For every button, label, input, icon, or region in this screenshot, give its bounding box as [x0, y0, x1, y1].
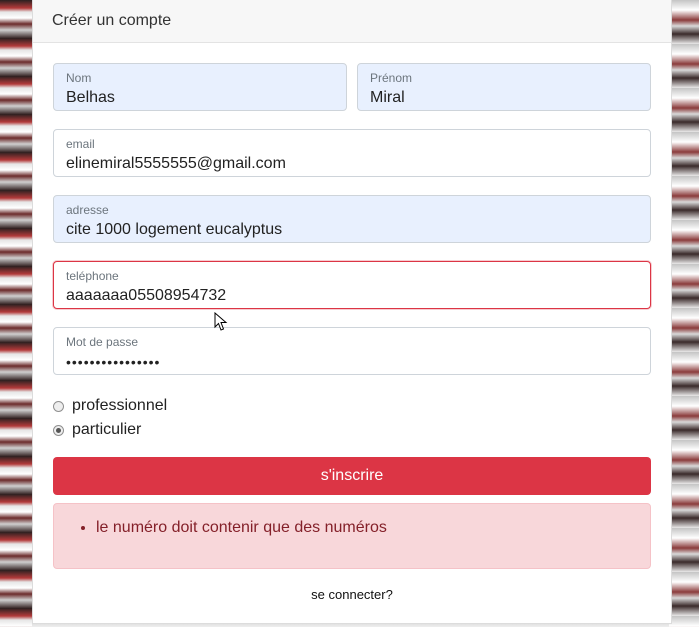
adresse-field[interactable]: adresse cite 1000 logement eucalyptus: [53, 195, 651, 243]
login-link[interactable]: se connecter?: [33, 587, 671, 602]
email-label: email: [66, 137, 95, 151]
telephone-field[interactable]: teléphone aaaaaaa05508954732: [53, 261, 651, 309]
page-title: Créer un compte: [52, 12, 172, 29]
card-header: Créer un compte: [33, 0, 671, 43]
mouse-cursor-icon: [214, 312, 228, 331]
nom-value: Belhas: [66, 89, 115, 106]
telephone-value: aaaaaaa05508954732: [66, 287, 227, 304]
adresse-label: adresse: [66, 203, 109, 217]
error-alert: le numéro doit contenir que des numéros: [53, 503, 651, 569]
radio-particulier-label: particulier: [72, 421, 142, 438]
radio-selected-icon[interactable]: [53, 424, 64, 436]
prenom-value: Miral: [370, 89, 405, 106]
prenom-field[interactable]: Prénom Miral: [357, 63, 651, 111]
radio-professionnel-label: professionnel: [72, 397, 168, 414]
radio-professionnel[interactable]: professionnel: [53, 397, 167, 415]
signup-card: Créer un compte Nom Belhas Prénom Miral …: [32, 0, 672, 624]
nom-label: Nom: [66, 71, 92, 85]
radio-icon[interactable]: [53, 400, 64, 412]
telephone-label: teléphone: [66, 269, 119, 283]
adresse-value: cite 1000 logement eucalyptus: [66, 221, 283, 238]
email-value: elinemiral5555555@gmail.com: [66, 155, 286, 172]
password-value: ••••••••••••••••: [66, 354, 161, 370]
password-field[interactable]: Mot de passe ••••••••••••••••: [53, 327, 651, 375]
error-message: le numéro doit contenir que des numéros: [96, 519, 387, 537]
email-field[interactable]: email elinemiral5555555@gmail.com: [53, 129, 651, 177]
background-left: [0, 0, 32, 627]
prenom-label: Prénom: [370, 71, 413, 85]
nom-field[interactable]: Nom Belhas: [53, 63, 347, 111]
password-label: Mot de passe: [66, 335, 139, 349]
background-right: [669, 0, 699, 627]
radio-particulier[interactable]: particulier: [53, 421, 141, 439]
submit-button[interactable]: s'inscrire: [53, 457, 651, 495]
error-list: le numéro doit contenir que des numéros: [96, 519, 387, 537]
